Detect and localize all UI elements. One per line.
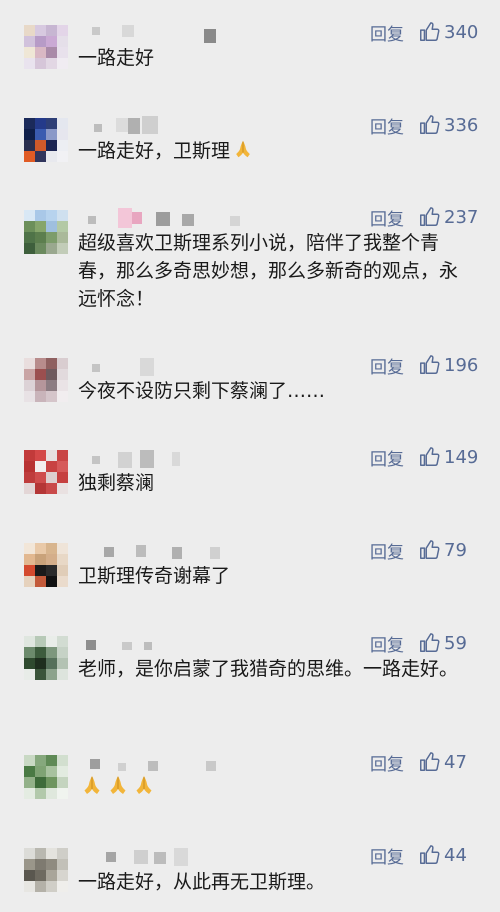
reply-button[interactable]: 回复	[370, 843, 404, 868]
thumbs-up-icon[interactable]	[418, 206, 440, 228]
comment-text: 一路走好，从此再无卫斯理。	[78, 871, 326, 893]
avatar[interactable]	[24, 25, 68, 69]
thumbs-up-icon[interactable]	[418, 844, 440, 866]
like-count: 196	[444, 354, 479, 376]
comment-item: 回复 149 独剩蔡澜	[0, 440, 500, 510]
comment-actions: 回复 237	[370, 204, 480, 230]
thumbs-up-icon[interactable]	[418, 539, 440, 561]
nickname-mosaic	[82, 632, 232, 654]
comment-actions: 回复 59	[370, 630, 480, 656]
comment-actions: 回复 196	[370, 352, 480, 378]
comment-list: 回复 340 一路走好 回复 336 一路走好，卫斯理 回复 237 超级喜欢卫…	[0, 0, 500, 912]
comment-actions: 回复 44	[370, 842, 480, 868]
folded-hands-icon	[136, 776, 152, 794]
comment-actions: 回复 336	[370, 112, 480, 138]
avatar[interactable]	[24, 636, 68, 680]
comment-actions: 回复 340	[370, 19, 480, 45]
like-count: 149	[444, 446, 479, 468]
nickname-mosaic	[82, 751, 232, 773]
comment-text: 今夜不设防只剩下蔡澜了……	[78, 380, 326, 402]
reply-button[interactable]: 回复	[370, 20, 404, 45]
thumbs-up-icon[interactable]	[418, 751, 440, 773]
avatar[interactable]	[24, 450, 68, 494]
avatar[interactable]	[24, 118, 68, 162]
folded-hands-icon	[110, 776, 126, 794]
thumbs-up-icon[interactable]	[418, 21, 440, 43]
reply-button[interactable]: 回复	[370, 205, 404, 230]
thumbs-up-icon[interactable]	[418, 354, 440, 376]
nickname-mosaic	[82, 206, 240, 228]
nickname-mosaic	[82, 114, 232, 136]
comment-item: 回复 340 一路走好	[0, 15, 500, 85]
comment-item: 回复 196 今夜不设防只剩下蔡澜了……	[0, 348, 500, 418]
thumbs-up-icon[interactable]	[418, 632, 440, 654]
comment-item: 回复 237 超级喜欢卫斯理系列小说，陪伴了我整个青春，那么多奇思妙想，那么多新…	[0, 200, 500, 330]
nickname-mosaic	[82, 21, 232, 43]
comment-actions: 回复 47	[370, 749, 480, 775]
reply-button[interactable]: 回复	[370, 353, 404, 378]
comment-actions: 回复 149	[370, 444, 480, 470]
reply-button[interactable]: 回复	[370, 445, 404, 470]
thumbs-up-icon[interactable]	[418, 446, 440, 468]
comment-item: 回复 336 一路走好，卫斯理	[0, 108, 500, 178]
avatar[interactable]	[24, 358, 68, 402]
folded-hands-icon	[236, 140, 250, 158]
avatar[interactable]	[24, 210, 68, 254]
nickname-mosaic	[82, 446, 232, 468]
comment-text	[78, 773, 478, 802]
reply-button[interactable]: 回复	[370, 631, 404, 656]
like-count: 340	[444, 21, 479, 43]
comment-item: 回复 47	[0, 745, 500, 815]
reply-button[interactable]: 回复	[370, 538, 404, 563]
comment-item: 回复 59 老师，是你启蒙了我猎奇的思维。一路走好。	[0, 626, 500, 726]
folded-hands-icon	[84, 776, 100, 794]
reply-button[interactable]: 回复	[370, 750, 404, 775]
comment-text-content: 一路走好，卫斯理	[78, 140, 231, 162]
avatar[interactable]	[24, 755, 68, 799]
comment-actions: 回复 79	[370, 537, 480, 563]
like-count: 44	[444, 844, 467, 866]
like-count: 47	[444, 751, 467, 773]
nickname-mosaic	[82, 539, 232, 561]
comment-text: 卫斯理传奇谢幕了	[78, 565, 231, 587]
nickname-mosaic	[82, 354, 232, 376]
nickname-mosaic	[82, 844, 232, 866]
avatar[interactable]	[24, 543, 68, 587]
like-count: 237	[444, 206, 479, 228]
comment-item: 回复 44 一路走好，从此再无卫斯理。	[0, 838, 500, 908]
reply-button[interactable]: 回复	[370, 113, 404, 138]
like-count: 336	[444, 114, 479, 136]
like-count: 79	[444, 539, 467, 561]
comment-text: 老师，是你启蒙了我猎奇的思维。一路走好。	[78, 658, 459, 680]
avatar[interactable]	[24, 848, 68, 892]
thumbs-up-icon[interactable]	[418, 114, 440, 136]
comment-text: 一路走好，卫斯理	[78, 137, 478, 165]
like-count: 59	[444, 632, 467, 654]
comment-text: 独剩蔡澜	[78, 472, 155, 494]
comment-text: 一路走好	[78, 47, 155, 69]
comment-item: 回复 79 卫斯理传奇谢幕了	[0, 533, 500, 603]
comment-text: 超级喜欢卫斯理系列小说，陪伴了我整个青春，那么多奇思妙想，那么多新奇的观点，永远…	[78, 232, 459, 310]
